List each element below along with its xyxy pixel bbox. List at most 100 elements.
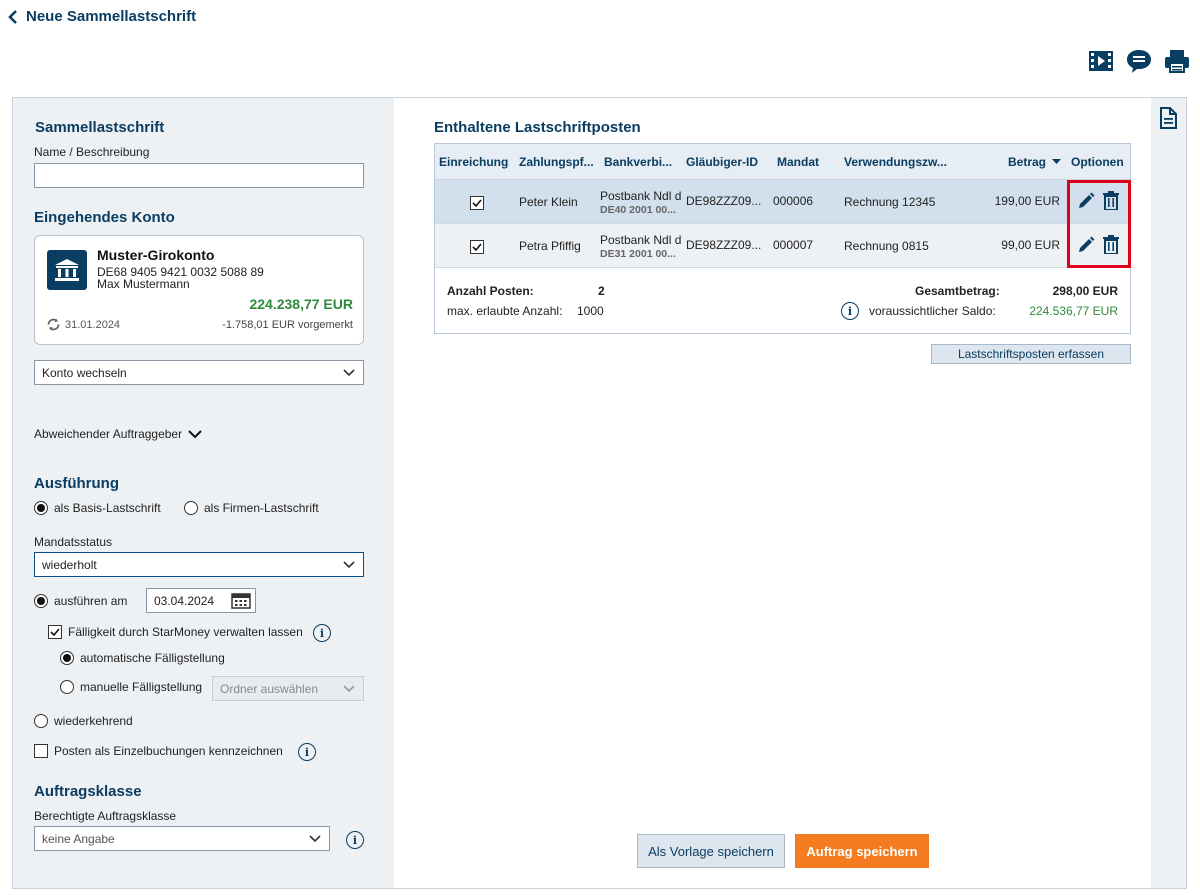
due-checkbox-row[interactable]: Fälligkeit durch StarMoney verwalten las… bbox=[48, 625, 303, 639]
count-value: 2 bbox=[598, 284, 605, 298]
col-header: Betrag bbox=[1008, 155, 1047, 169]
mandate-status-value: wiederholt bbox=[42, 557, 97, 572]
info-icon[interactable]: i bbox=[313, 624, 331, 642]
single-booking-label: Posten als Einzelbuchungen kennzeichnen bbox=[54, 744, 283, 758]
payer: Petra Pfiffig bbox=[519, 239, 581, 253]
radio-recurring[interactable]: wiederkehrend bbox=[34, 714, 133, 728]
execute-on-date: 03.04.2024 bbox=[154, 593, 215, 608]
document-icon[interactable] bbox=[1158, 107, 1178, 132]
table-row[interactable]: Petra Pfiffig Postbank Ndl d DE31 2001 0… bbox=[435, 224, 1130, 268]
manual-due-label: manuelle Fälligstellung bbox=[80, 680, 203, 694]
col-header[interactable]: Verwendungszw... bbox=[844, 155, 947, 169]
col-header-amount[interactable]: Betrag bbox=[1008, 155, 1062, 169]
mandate: 000007 bbox=[773, 238, 814, 252]
options-highlight bbox=[1067, 180, 1131, 268]
radio-button[interactable] bbox=[34, 594, 48, 608]
different-sender-label: Abweichender Auftraggeber bbox=[34, 427, 183, 441]
chevron-left-icon bbox=[8, 9, 17, 24]
saldo-label: voraussichtlicher Saldo: bbox=[869, 304, 996, 318]
radio-basis[interactable]: als Basis-Lastschrift bbox=[34, 501, 161, 515]
max-label: max. erlaubte Anzahl: bbox=[447, 304, 563, 318]
radio-basis-label: als Basis-Lastschrift bbox=[54, 501, 161, 515]
bank: Postbank Ndl d bbox=[600, 189, 682, 203]
purpose: Rechnung 12345 bbox=[844, 195, 936, 209]
order-class-label: Berechtigte Auftragsklasse bbox=[34, 809, 177, 823]
col-header: Optionen bbox=[1071, 155, 1124, 169]
checkmark-icon bbox=[50, 628, 60, 637]
creditor-id: DE98ZZZ09... bbox=[686, 194, 762, 208]
account-holder: Max Mustermann bbox=[97, 277, 190, 291]
checkbox[interactable] bbox=[34, 744, 48, 758]
amount: 199,00 EUR bbox=[994, 194, 1060, 208]
account-card[interactable]: Muster-Girokonto DE68 9405 9421 0032 508… bbox=[34, 235, 364, 345]
account-section-title: Eingehendes Konto bbox=[34, 209, 175, 226]
col-header[interactable]: Gläubiger-ID bbox=[686, 155, 758, 169]
back-link[interactable]: Neue Sammellastschrift bbox=[8, 8, 196, 25]
section-title: Sammellastschrift bbox=[35, 119, 165, 136]
info-icon[interactable]: i bbox=[298, 743, 316, 761]
chevron-down-icon bbox=[309, 834, 321, 842]
name-input[interactable] bbox=[34, 163, 364, 188]
different-sender-toggle[interactable]: Abweichender Auftraggeber bbox=[34, 427, 202, 441]
radio-button[interactable] bbox=[34, 714, 48, 728]
radio-button[interactable] bbox=[184, 501, 198, 515]
account-date-row: 31.01.2024 bbox=[46, 318, 120, 331]
purpose: Rechnung 0815 bbox=[844, 239, 929, 253]
creditor-id: DE98ZZZ09... bbox=[686, 238, 762, 252]
checkmark-icon bbox=[472, 243, 482, 252]
auto-due-label: automatische Fälligstellung bbox=[80, 651, 225, 665]
toolbar-icons bbox=[1088, 48, 1190, 74]
radio-auto-due[interactable]: automatische Fälligstellung bbox=[60, 651, 225, 665]
info-icon[interactable]: i bbox=[841, 302, 859, 320]
mandate-status-select[interactable]: wiederholt bbox=[34, 552, 364, 577]
refresh-icon[interactable] bbox=[46, 318, 61, 331]
radio-firmen-label: als Firmen-Lastschrift bbox=[204, 501, 319, 515]
info-icon[interactable]: i bbox=[346, 831, 364, 849]
add-item-button[interactable]: Lastschriftsposten erfassen bbox=[931, 344, 1131, 364]
date-input[interactable]: 03.04.2024 bbox=[146, 588, 256, 613]
save-template-button[interactable]: Als Vorlage speichern bbox=[637, 834, 785, 868]
page-title: Neue Sammellastschrift bbox=[26, 8, 197, 25]
table-row[interactable]: Peter Klein Postbank Ndl d DE40 2001 00.… bbox=[435, 180, 1130, 224]
checkbox[interactable] bbox=[48, 625, 62, 639]
account-name: Muster-Girokonto bbox=[97, 247, 215, 263]
saldo-value: 224.536,77 EUR bbox=[1029, 304, 1118, 318]
radio-button[interactable] bbox=[34, 501, 48, 515]
video-icon[interactable] bbox=[1088, 48, 1114, 74]
items-table: Einreichung Zahlungspf... Bankverbi... G… bbox=[434, 143, 1131, 334]
payer: Peter Klein bbox=[519, 195, 578, 209]
print-icon[interactable] bbox=[1164, 48, 1190, 74]
save-order-button[interactable]: Auftrag speichern bbox=[795, 834, 929, 868]
execute-on-label: ausführen am bbox=[54, 594, 128, 608]
single-booking-row[interactable]: Posten als Einzelbuchungen kennzeichnen bbox=[34, 744, 283, 758]
radio-button[interactable] bbox=[60, 680, 74, 694]
account-date: 31.01.2024 bbox=[65, 318, 121, 331]
checkbox[interactable] bbox=[470, 195, 484, 210]
chevron-down-icon bbox=[343, 560, 355, 568]
radio-manual-due[interactable]: manuelle Fälligstellung bbox=[60, 680, 202, 694]
switch-account-select[interactable]: Konto wechseln bbox=[34, 360, 364, 385]
row-checkbox[interactable] bbox=[470, 195, 484, 210]
checkbox[interactable] bbox=[470, 239, 484, 254]
amount: 99,00 EUR bbox=[1001, 238, 1060, 252]
order-class-select[interactable]: keine Angabe bbox=[34, 826, 330, 851]
chat-icon[interactable] bbox=[1126, 48, 1152, 74]
total-label: Gesamtbetrag: bbox=[915, 284, 1000, 298]
bank-iban: DE40 2001 00... bbox=[600, 204, 676, 216]
radio-firmen[interactable]: als Firmen-Lastschrift bbox=[184, 501, 319, 515]
row-checkbox[interactable] bbox=[470, 239, 484, 254]
right-strip bbox=[1151, 98, 1186, 888]
calendar-icon[interactable] bbox=[231, 592, 251, 609]
radio-execute-on[interactable]: ausführen am bbox=[34, 594, 127, 608]
bank-icon bbox=[47, 250, 87, 290]
order-class-value: keine Angabe bbox=[42, 831, 115, 846]
col-header[interactable]: Einreichung bbox=[439, 155, 508, 169]
col-header[interactable]: Mandat bbox=[777, 155, 819, 169]
name-label: Name / Beschreibung bbox=[34, 145, 150, 159]
radio-button[interactable] bbox=[60, 651, 74, 665]
bank-iban: DE31 2001 00... bbox=[600, 248, 676, 260]
col-header[interactable]: Bankverbi... bbox=[604, 155, 672, 169]
count-label: Anzahl Posten: bbox=[447, 284, 534, 298]
mandate-status-label: Mandatsstatus bbox=[34, 535, 113, 549]
col-header[interactable]: Zahlungspf... bbox=[519, 155, 594, 169]
